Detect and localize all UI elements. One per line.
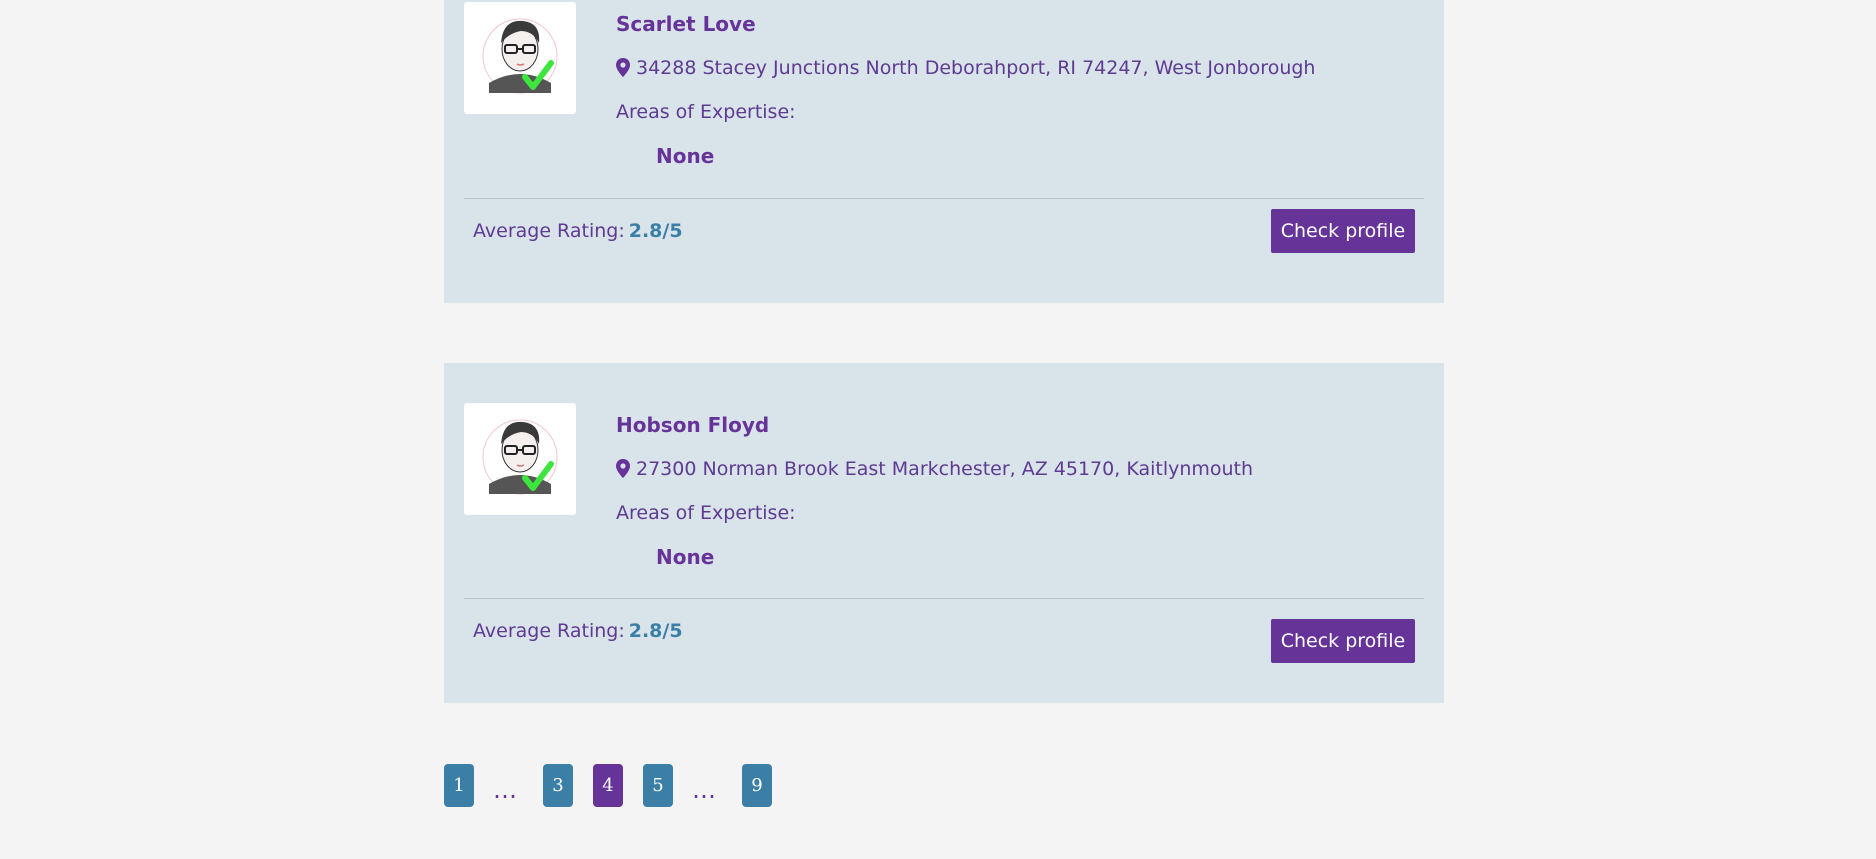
avatar[interactable]: [464, 403, 576, 515]
verified-avatar-icon: [482, 18, 558, 94]
expertise-value: None: [656, 144, 715, 168]
page-button-4-current[interactable]: 4: [593, 764, 623, 807]
average-rating: Average Rating: 2.8/5: [473, 619, 683, 643]
card-divider: [464, 198, 1424, 199]
rating-value: 2.8/5: [628, 220, 683, 242]
page-button-9[interactable]: 9: [742, 764, 772, 807]
rating-label: Average Rating:: [473, 620, 625, 642]
expertise-label: Areas of Expertise:: [616, 101, 796, 123]
address-text: 27300 Norman Brook East Markchester, AZ …: [636, 458, 1254, 480]
profile-card: Scarlet Love 34288 Stacey Junctions Nort…: [444, 0, 1444, 303]
verified-avatar-icon: [482, 419, 558, 495]
profile-info: Scarlet Love 34288 Stacey Junctions Nort…: [616, 2, 1315, 168]
profile-address: 27300 Norman Brook East Markchester, AZ …: [616, 457, 1253, 481]
check-profile-button[interactable]: Check profile: [1271, 209, 1415, 253]
card-divider: [464, 598, 1424, 599]
profile-name[interactable]: Scarlet Love: [616, 12, 1315, 36]
map-marker-icon: [616, 58, 630, 77]
avatar[interactable]: [464, 2, 576, 114]
profile-address: 34288 Stacey Junctions North Deborahport…: [616, 56, 1315, 80]
page-button-5[interactable]: 5: [643, 764, 673, 807]
pagination-ellipsis: …: [692, 776, 716, 804]
profile-name[interactable]: Hobson Floyd: [616, 413, 1253, 437]
check-profile-button[interactable]: Check profile: [1271, 619, 1415, 663]
page-button-1[interactable]: 1: [444, 764, 474, 807]
address-text: 34288 Stacey Junctions North Deborahport…: [636, 57, 1316, 79]
page-button-3[interactable]: 3: [543, 764, 573, 807]
profile-info: Hobson Floyd 27300 Norman Brook East Mar…: [616, 403, 1253, 569]
map-marker-icon: [616, 459, 630, 478]
rating-label: Average Rating:: [473, 220, 625, 242]
expertise-value: None: [656, 545, 715, 569]
pagination-ellipsis: …: [493, 776, 517, 804]
expertise-label: Areas of Expertise:: [616, 502, 796, 524]
average-rating: Average Rating: 2.8/5: [473, 219, 683, 243]
profile-card: Hobson Floyd 27300 Norman Brook East Mar…: [444, 363, 1444, 703]
rating-value: 2.8/5: [628, 620, 683, 642]
